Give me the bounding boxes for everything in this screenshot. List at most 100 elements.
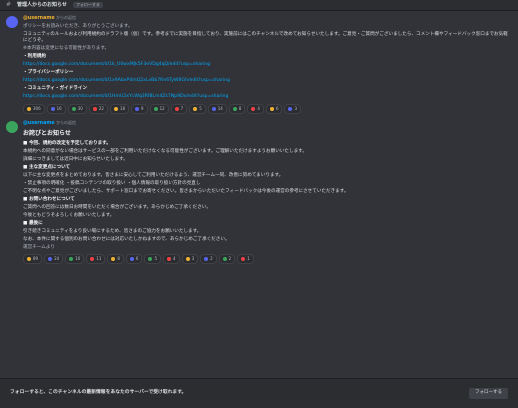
reaction-chip[interactable]: 16 xyxy=(65,254,85,265)
reaction-count: 4 xyxy=(257,105,260,111)
follow-notice-text: フォローすると、このチャンネルの最新情報をあなたのサーバーで受け取れます。 xyxy=(10,390,187,396)
message: @username からの返信 ポリシーをお読みいただき、ありがとうございます。… xyxy=(6,15,512,117)
message-subtitle: からの返信 xyxy=(56,119,77,125)
emoji-icon xyxy=(211,106,216,111)
reaction-chip[interactable]: 2 xyxy=(218,254,236,265)
reaction-count: 7 xyxy=(180,105,184,111)
reaction-chip[interactable]: 9 xyxy=(131,103,148,114)
message-note: ※本内容は変更になる可能性があります。 xyxy=(23,46,110,52)
emoji-icon xyxy=(92,106,97,111)
emoji-icon xyxy=(193,106,198,111)
reaction-chip[interactable]: 5 xyxy=(189,103,206,114)
reaction-chip[interactable]: 6 xyxy=(125,254,143,265)
section-link[interactable]: https://docs.google.com/document/d/1x9Ab… xyxy=(23,78,512,84)
reaction-count: 16 xyxy=(56,105,62,111)
reaction-chip[interactable]: 4 xyxy=(163,254,180,265)
reaction-count: 30 xyxy=(77,105,83,111)
reaction-count: 14 xyxy=(217,105,223,111)
reaction-count: 5 xyxy=(154,256,158,262)
message: @username からの返信 お詫びとお知らせ ■ 今回、規約の改定を予定して… xyxy=(6,120,512,268)
reaction-chip[interactable]: 22 xyxy=(88,103,108,114)
reaction-chip[interactable]: 8 xyxy=(228,103,246,114)
reaction-chip[interactable]: 306 xyxy=(23,103,45,114)
emoji-icon xyxy=(241,257,246,262)
reaction-chip[interactable]: 30 xyxy=(67,103,87,114)
reaction-count: 1 xyxy=(247,256,250,262)
message-subheading: ■ お問い合わせについて xyxy=(23,196,75,202)
emoji-icon xyxy=(90,257,95,262)
reaction-chip[interactable]: 7 xyxy=(170,103,188,114)
emoji-icon xyxy=(113,106,118,111)
emoji-icon xyxy=(27,257,31,262)
message-subheading: ■ 今回、規約の改定を予定しております。 xyxy=(23,141,111,147)
reaction-chip[interactable]: 2 xyxy=(200,254,217,265)
emoji-icon xyxy=(185,257,190,262)
emoji-icon xyxy=(232,106,237,111)
reaction-chip[interactable]: 89 xyxy=(23,254,43,265)
reaction-chip[interactable]: 3 xyxy=(181,254,199,265)
reaction-chip[interactable]: 5 xyxy=(144,254,162,265)
reaction-count: 6 xyxy=(135,256,139,262)
message-paragraph: 今後ともどうぞよろしくお願いいたします。 xyxy=(23,212,115,218)
doc-section: ・プライバシーポリシー https://docs.google.com/docu… xyxy=(23,70,512,84)
reaction-chip[interactable]: 11 xyxy=(86,254,106,265)
doc-section: ・利用規約 https://docs.google.com/document/d… xyxy=(23,54,512,68)
reaction-chip[interactable]: 8 xyxy=(107,254,124,265)
emoji-icon xyxy=(50,106,55,111)
section-link[interactable]: https://docs.google.com/document/d/1k_U0… xyxy=(23,62,512,68)
message-subheading: ■ 最後に xyxy=(23,220,43,226)
reaction-chip[interactable]: 1 xyxy=(237,254,254,265)
emoji-icon xyxy=(204,257,209,262)
reaction-bar: 89 24 16 11 8 6 5 4 3 2 2 1 xyxy=(23,254,512,265)
reaction-count: 16 xyxy=(75,256,81,262)
emoji-icon xyxy=(48,257,53,262)
message-paragraph: コミュニティのルールおよび利用規約のドラフト版（仮）です。参考までに実施を目指し… xyxy=(23,32,508,44)
message-signoff: 運営チームより xyxy=(23,244,55,250)
emoji-icon xyxy=(174,106,179,111)
reaction-chip[interactable]: 12 xyxy=(149,103,169,114)
section-label: ・利用規約 xyxy=(23,54,46,60)
message-list[interactable]: @username からの返信 ポリシーをお読みいただき、ありがとうございます。… xyxy=(0,12,518,376)
reaction-chip[interactable]: 16 xyxy=(46,103,66,114)
reaction-chip[interactable]: 3 xyxy=(284,103,302,114)
channel-header: # 管理人からのお知らせ フォローする xyxy=(0,0,518,11)
section-label: ・プライバシーポリシー xyxy=(23,70,74,76)
emoji-icon xyxy=(251,106,256,111)
reaction-count: 11 xyxy=(96,256,102,262)
message-paragraph: ・禁止事項の明確化 ・投稿コンテンツの取り扱い ・個人情報の取り扱い方針の見直し xyxy=(23,181,201,186)
message-author[interactable]: @username xyxy=(23,121,55,126)
reaction-chip[interactable]: 18 xyxy=(109,103,130,114)
emoji-icon xyxy=(129,257,134,262)
avatar[interactable] xyxy=(6,120,18,133)
message-paragraph: ご質問への回答には数日お時間をいただく場合がございます。あらかじめご了承ください… xyxy=(23,204,211,210)
section-label: ・コミュニティ・ガイドライン xyxy=(23,86,88,92)
channel-hash-icon: # xyxy=(6,0,12,8)
reaction-count: 3 xyxy=(191,256,195,262)
reaction-count: 2 xyxy=(210,256,213,262)
follow-channel-button[interactable]: フォローする xyxy=(469,388,508,399)
emoji-icon xyxy=(148,257,153,262)
reaction-count: 12 xyxy=(159,105,165,111)
emoji-icon xyxy=(153,106,158,111)
reaction-count: 4 xyxy=(173,256,176,262)
section-link[interactable]: https://docs.google.com/document/d/1HmU2… xyxy=(23,94,512,100)
channel-name: 管理人からのお知らせ xyxy=(17,1,67,8)
emoji-icon xyxy=(269,106,274,111)
reaction-count: 306 xyxy=(33,105,41,111)
reaction-chip[interactable]: 6 xyxy=(265,103,283,114)
reaction-count: 3 xyxy=(294,105,298,111)
message-heading: お詫びとお知らせ xyxy=(23,129,71,137)
emoji-icon xyxy=(69,257,74,262)
follow-button[interactable]: フォローする xyxy=(72,2,103,8)
reaction-chip[interactable]: 4 xyxy=(247,103,264,114)
emoji-icon xyxy=(167,257,172,262)
reaction-chip[interactable]: 14 xyxy=(207,103,227,114)
avatar[interactable] xyxy=(6,16,18,28)
reaction-count: 8 xyxy=(238,105,242,111)
doc-section: ・コミュニティ・ガイドライン https://docs.google.com/d… xyxy=(23,86,512,100)
message-author[interactable]: @username xyxy=(23,16,55,21)
reaction-chip[interactable]: 24 xyxy=(44,254,64,265)
reaction-count: 18 xyxy=(119,105,126,111)
emoji-icon xyxy=(135,106,140,111)
emoji-icon xyxy=(71,106,76,111)
